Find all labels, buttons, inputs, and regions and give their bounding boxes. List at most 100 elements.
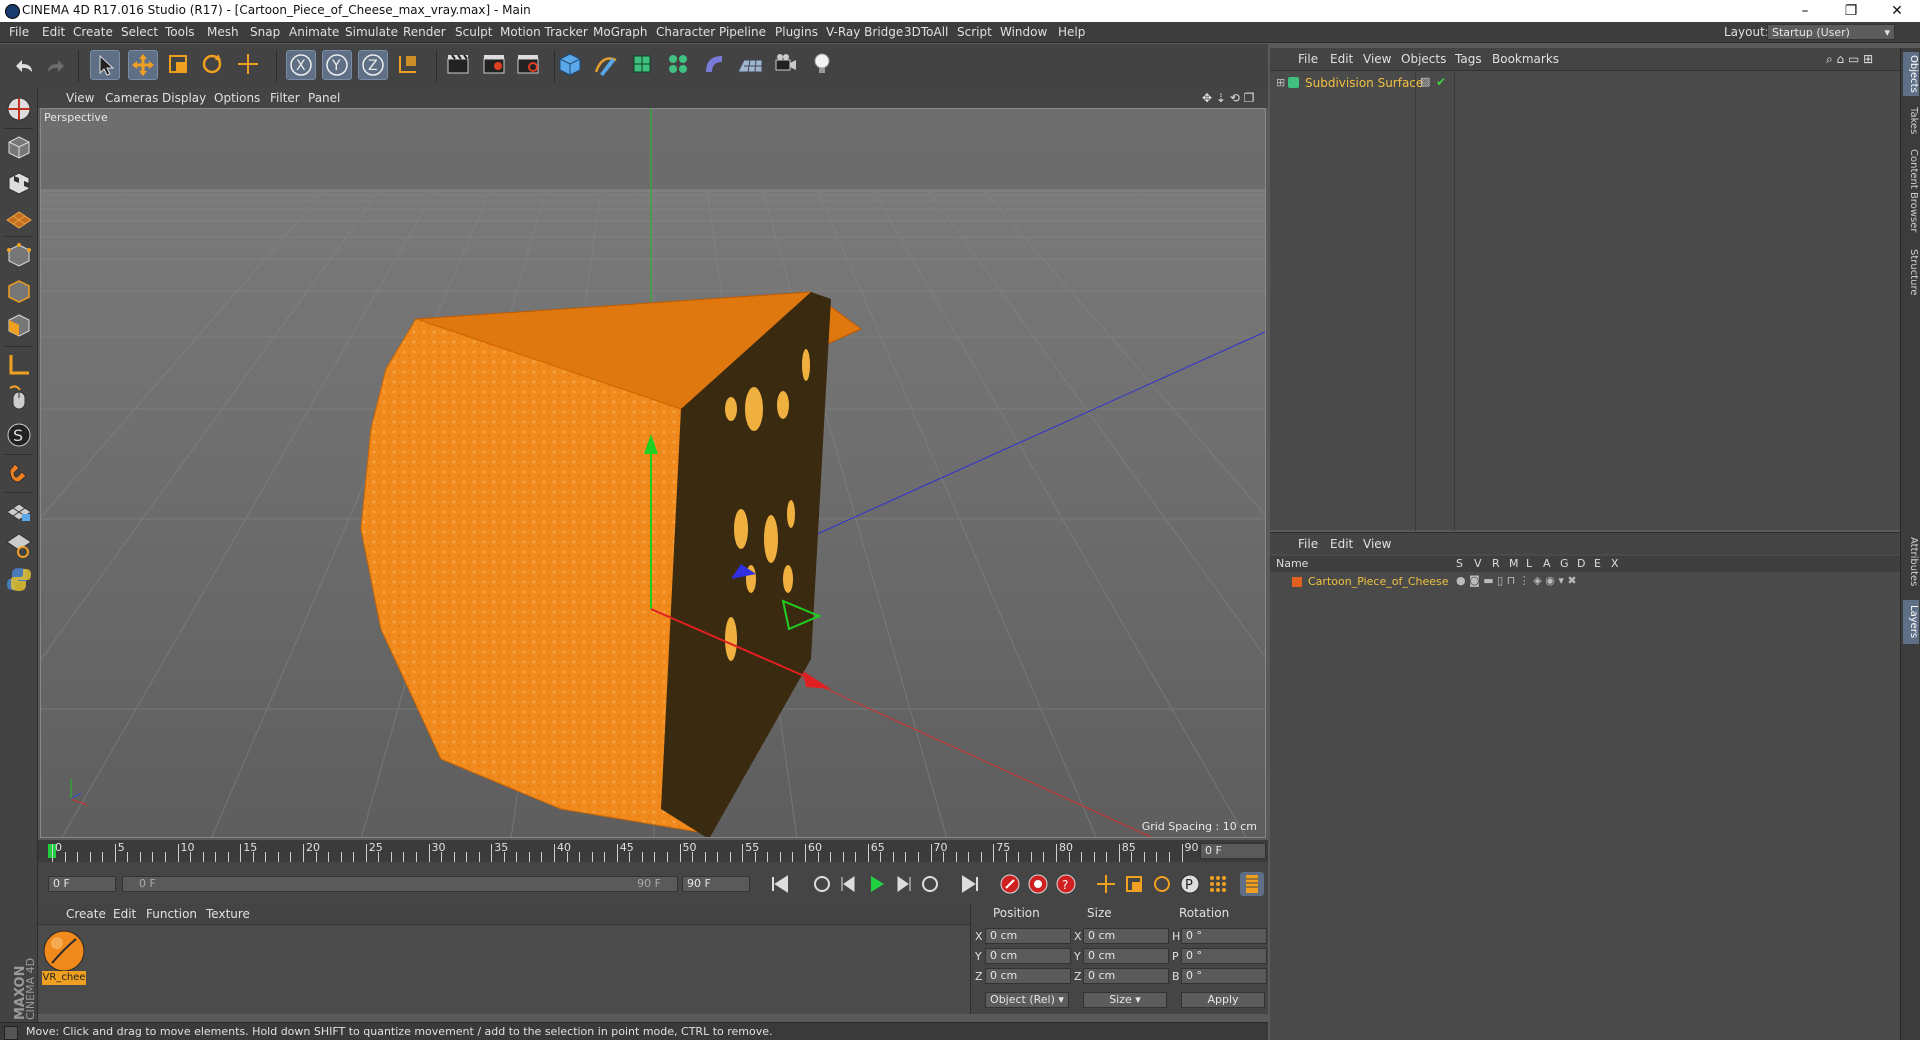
tweak-mode-button[interactable]: [4, 384, 34, 414]
light-object-button[interactable]: [808, 50, 838, 80]
camera-object-button[interactable]: [772, 50, 802, 80]
render-picture-viewer-button[interactable]: [480, 50, 510, 80]
viewport-menu-view[interactable]: View: [66, 91, 94, 105]
expand-toggle-icon[interactable]: ⊞: [1276, 76, 1285, 89]
menu-window[interactable]: Window: [1000, 25, 1047, 39]
objects-menu-edit[interactable]: Edit: [1330, 52, 1353, 66]
points-mode-button[interactable]: [4, 240, 34, 270]
objects-menu-tags[interactable]: Tags: [1455, 52, 1482, 66]
menu-sculpt[interactable]: Sculpt: [455, 25, 492, 39]
tab-takes[interactable]: Takes: [1903, 104, 1919, 138]
key-rotation-button[interactable]: [1150, 872, 1174, 896]
size-mode-select[interactable]: Size ▾: [1083, 992, 1167, 1008]
next-frame-button[interactable]: [892, 872, 916, 896]
menu-pipeline[interactable]: Pipeline: [719, 25, 766, 39]
menu-animate[interactable]: Animate: [289, 25, 339, 39]
position-z-field[interactable]: 0 cm: [985, 968, 1071, 984]
size-z-field[interactable]: 0 cm: [1083, 968, 1169, 984]
auto-keying-button[interactable]: [1026, 872, 1050, 896]
layers-menu-edit[interactable]: Edit: [1330, 537, 1353, 551]
tab-objects[interactable]: Objects: [1903, 52, 1919, 96]
undo-button[interactable]: [8, 50, 38, 80]
key-point-level-button[interactable]: [1206, 872, 1230, 896]
column-s-header[interactable]: S: [1456, 557, 1463, 570]
restore-button[interactable]: ❐: [1828, 0, 1874, 22]
coordinate-system-button[interactable]: [394, 50, 424, 80]
minimize-button[interactable]: –: [1782, 0, 1828, 22]
end-frame-field[interactable]: 90 F: [682, 876, 750, 892]
menu-motion-tracker[interactable]: Motion Tracker: [500, 25, 588, 39]
rotation-p-field[interactable]: 0 °: [1181, 948, 1267, 964]
column-e-header[interactable]: E: [1594, 557, 1601, 570]
previous-frame-button[interactable]: [836, 872, 860, 896]
column-m-header[interactable]: M: [1509, 557, 1519, 570]
column-name-header[interactable]: Name: [1276, 557, 1308, 570]
column-l-header[interactable]: L: [1526, 557, 1532, 570]
texture-mode-button[interactable]: [4, 168, 34, 198]
tab-layers[interactable]: Layers: [1903, 600, 1919, 644]
apply-button[interactable]: Apply: [1181, 992, 1265, 1008]
tab-attributes[interactable]: Attributes: [1903, 532, 1919, 592]
workplane-mode-button[interactable]: [4, 202, 34, 232]
layout-select[interactable]: Startup (User) ▾: [1767, 24, 1895, 40]
viewport-menu-cameras[interactable]: Cameras: [105, 91, 158, 105]
menu-mograph[interactable]: MoGraph: [593, 25, 648, 39]
menu-snap[interactable]: Snap: [250, 25, 280, 39]
python-script-button[interactable]: [4, 564, 34, 594]
axis-mode-button[interactable]: [4, 350, 34, 380]
frame-range-slider[interactable]: 0 F 90 F: [122, 876, 678, 892]
timeline-ruler[interactable]: 0 5 10 15 20 25 30 35 40 45 50 55 60 65 70 75 80 85 90 0 F: [38, 840, 1268, 862]
layer-row-cartoon-piece-of-cheese[interactable]: Cartoon_Piece_of_Cheese ● ◙ ▬ ▯ ⊓ ⋮ ◈ ◉ …: [1270, 574, 1900, 590]
viewport-menu-filter[interactable]: Filter: [270, 91, 300, 105]
menu-mesh[interactable]: Mesh: [207, 25, 239, 39]
previous-keyframe-button[interactable]: [810, 872, 834, 896]
y-axis-lock-button[interactable]: Y: [322, 50, 352, 80]
render-settings-button[interactable]: [514, 50, 544, 80]
size-y-field[interactable]: 0 cm: [1083, 948, 1169, 964]
floor-object-button[interactable]: [736, 50, 766, 80]
menu-tools[interactable]: Tools: [165, 25, 195, 39]
menu-script[interactable]: Script: [957, 25, 992, 39]
tab-content-browser[interactable]: Content Browser: [1903, 146, 1919, 236]
model-mode-button[interactable]: [4, 132, 34, 162]
scale-tool-button[interactable]: [164, 50, 194, 80]
play-button[interactable]: [864, 872, 888, 896]
rotation-h-field[interactable]: 0 °: [1181, 928, 1267, 944]
rotation-b-field[interactable]: 0 °: [1181, 968, 1267, 984]
menu-edit[interactable]: Edit: [42, 25, 65, 39]
move-tool-button[interactable]: [128, 50, 158, 80]
material-menu-edit[interactable]: Edit: [113, 907, 136, 921]
start-frame-field[interactable]: 0 F: [48, 876, 116, 892]
lock-workplane-button[interactable]: [4, 496, 34, 526]
material-menu-texture[interactable]: Texture: [206, 907, 250, 921]
keyframe-selection-button[interactable]: ?: [1054, 872, 1078, 896]
snapping-button[interactable]: S: [4, 420, 34, 450]
next-keyframe-button[interactable]: [918, 872, 942, 896]
viewport-menu-options[interactable]: Options: [214, 91, 260, 105]
enabled-check-icon[interactable]: ✔: [1436, 75, 1446, 89]
menu-create[interactable]: Create: [73, 25, 113, 39]
size-x-field[interactable]: 0 cm: [1083, 928, 1169, 944]
current-frame-field[interactable]: 0 F: [1200, 843, 1266, 859]
column-a-header[interactable]: A: [1543, 557, 1551, 570]
deformer-button[interactable]: [700, 50, 730, 80]
position-x-field[interactable]: 0 cm: [985, 928, 1071, 944]
perspective-viewport[interactable]: Perspective Grid Spacing : 10 cm: [40, 108, 1266, 838]
layer-toggle-icons[interactable]: ● ◙ ▬ ▯ ⊓ ⋮ ◈ ◉ ▾ ✖: [1456, 574, 1577, 587]
x-axis-lock-button[interactable]: X: [286, 50, 316, 80]
material-menu-create[interactable]: Create: [66, 907, 106, 921]
rotate-tool-button[interactable]: [198, 50, 228, 80]
live-selection-button[interactable]: [90, 50, 120, 80]
tab-structure[interactable]: Structure: [1903, 244, 1919, 300]
object-manager-nav-icons[interactable]: ⌕ ⌂ ▭ ⊞: [1826, 52, 1873, 67]
material-swatch-vr-cheese[interactable]: VR_chee: [42, 929, 86, 985]
key-parameter-button[interactable]: P: [1178, 872, 1202, 896]
viewport-menu-panel[interactable]: Panel: [308, 91, 340, 105]
cube-primitive-button[interactable]: [556, 50, 586, 80]
layer-color-swatch[interactable]: [1292, 577, 1302, 587]
position-y-field[interactable]: 0 cm: [985, 948, 1071, 964]
key-scale-button[interactable]: [1122, 872, 1146, 896]
go-to-end-button[interactable]: [958, 872, 982, 896]
grid-planar-button[interactable]: [4, 530, 34, 560]
material-menu-function[interactable]: Function: [146, 907, 197, 921]
